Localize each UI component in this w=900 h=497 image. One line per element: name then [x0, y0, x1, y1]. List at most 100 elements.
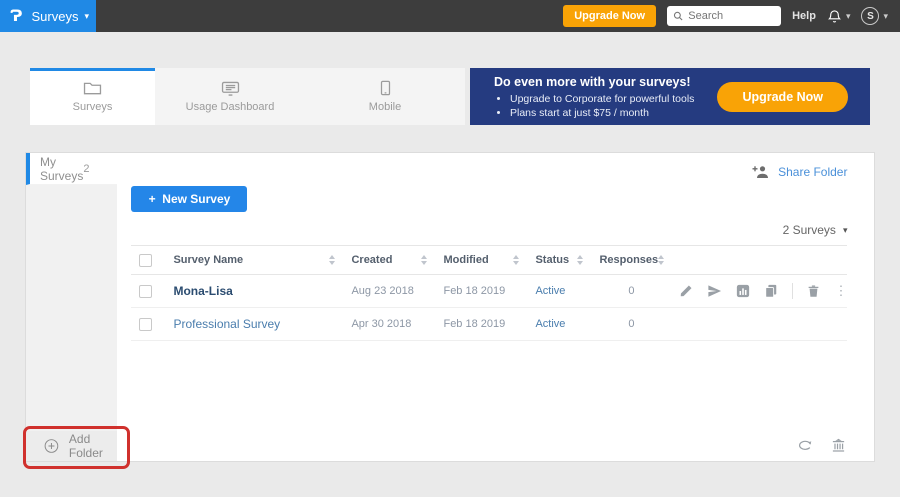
sidebar-item-my-surveys[interactable]: My Surveys 2 — [26, 153, 117, 185]
table-row: Professional Survey Apr 30 2018 Feb 18 2… — [131, 308, 847, 341]
surveys-main: Share Folder + New Survey 2 Surveys ▾ Su… — [117, 153, 877, 461]
column-label: Modified — [443, 254, 488, 266]
column-header-responses[interactable]: Responses — [599, 254, 679, 266]
search-box[interactable] — [667, 6, 781, 26]
add-folder-button[interactable]: Add Folder — [26, 431, 117, 461]
trash-icon — [807, 284, 820, 298]
notifications-button[interactable]: ▾ — [827, 9, 851, 24]
tab-strip: Surveys Usage Dashboard Mobile — [30, 68, 465, 125]
edit-button[interactable] — [679, 284, 693, 298]
new-survey-row: + New Survey — [131, 186, 847, 212]
column-header-created[interactable]: Created — [351, 254, 443, 266]
row-checkbox[interactable] — [139, 318, 152, 331]
restore-button[interactable] — [797, 439, 813, 452]
status-badge[interactable]: Active — [535, 285, 599, 297]
folder-footer-actions — [797, 438, 846, 453]
share-folder-button[interactable]: Share Folder — [131, 165, 847, 179]
row-actions: ⋮ — [679, 283, 847, 299]
select-all-cell — [131, 254, 173, 267]
tab-label: Usage Dashboard — [186, 101, 275, 113]
divider — [792, 283, 793, 299]
table-header-row: Survey Name Created Modified Status Resp… — [131, 245, 847, 275]
upgrade-promo-banner: Do even more with your surveys! Upgrade … — [470, 68, 870, 125]
tab-mobile[interactable]: Mobile — [305, 68, 465, 125]
header-actions: Upgrade Now Help ▾ S ▾ — [563, 5, 900, 27]
chevron-down-icon: ▾ — [84, 12, 89, 21]
app-header: Ɂ Surveys ▾ Upgrade Now Help ▾ S ▾ — [0, 0, 900, 32]
search-icon — [673, 10, 683, 22]
sort-icon — [513, 255, 519, 265]
chevron-down-icon: ▾ — [846, 12, 851, 21]
upgrade-now-banner-button[interactable]: Upgrade Now — [717, 82, 848, 112]
tab-surveys[interactable]: Surveys — [30, 68, 155, 125]
bell-icon — [827, 9, 842, 24]
promo-text: Do even more with your surveys! Upgrade … — [494, 75, 694, 119]
new-survey-button[interactable]: + New Survey — [131, 186, 247, 212]
history-loop-icon — [797, 439, 813, 452]
folder-count-badge: 2 — [83, 163, 89, 175]
responses-cell: 0 — [599, 318, 679, 330]
trash-bin-icon — [831, 438, 846, 453]
modified-cell: Feb 18 2019 — [443, 318, 535, 330]
row-checkbox[interactable] — [139, 285, 152, 298]
created-cell: Apr 30 2018 — [351, 318, 443, 330]
sort-icon — [658, 255, 664, 265]
dashboard-icon — [221, 81, 240, 96]
product-menu-label: Surveys ▾ — [32, 9, 90, 24]
promo-title: Do even more with your surveys! — [494, 75, 694, 89]
promo-bullet: Plans start at just $75 / month — [510, 107, 694, 119]
top-row: Surveys Usage Dashboard Mobile Do even m… — [30, 68, 870, 125]
account-menu[interactable]: S ▾ — [861, 7, 888, 25]
send-button[interactable] — [707, 284, 722, 298]
folder-label: My Surveys — [40, 155, 83, 183]
avatar: S — [861, 7, 879, 25]
product-menu[interactable]: Ɂ Surveys ▾ — [0, 0, 96, 32]
trash-bin-button[interactable] — [831, 438, 846, 453]
column-header-survey-name[interactable]: Survey Name — [173, 254, 351, 266]
brand-logo-icon: Ɂ — [10, 8, 23, 24]
bar-chart-icon — [736, 284, 750, 298]
surveys-panel: My Surveys 2 Add Folder Share Folder — [25, 152, 875, 462]
new-survey-label: New Survey — [162, 192, 230, 206]
column-header-status[interactable]: Status — [535, 254, 599, 266]
pencil-icon — [679, 284, 693, 298]
column-header-modified[interactable]: Modified — [443, 254, 535, 266]
upgrade-now-button[interactable]: Upgrade Now — [563, 5, 656, 27]
select-all-checkbox[interactable] — [139, 254, 152, 267]
responses-cell: 0 — [599, 285, 679, 297]
modified-cell: Feb 18 2019 — [443, 285, 535, 297]
search-input[interactable] — [688, 10, 775, 22]
more-options-button[interactable]: ⋮ — [834, 283, 847, 299]
folder-icon — [83, 81, 102, 96]
tab-label: Surveys — [73, 101, 113, 113]
add-folder-label: Add Folder — [69, 432, 118, 460]
help-link[interactable]: Help — [792, 10, 816, 22]
sidebar-body — [26, 185, 117, 431]
surveys-count-dropdown[interactable]: 2 Surveys ▾ — [131, 223, 847, 237]
created-cell: Aug 23 2018 — [351, 285, 443, 297]
chevron-down-icon: ▾ — [843, 226, 848, 235]
duplicate-button[interactable] — [764, 284, 778, 298]
status-badge[interactable]: Active — [535, 318, 599, 330]
column-label: Responses — [599, 254, 658, 266]
plus-circle-icon — [44, 437, 59, 455]
folders-sidebar: My Surveys 2 Add Folder — [26, 153, 117, 461]
surveys-table: Survey Name Created Modified Status Resp… — [131, 245, 847, 341]
product-menu-text: Surveys — [32, 9, 79, 24]
promo-bullet: Upgrade to Corporate for powerful tools — [510, 93, 694, 105]
mobile-icon — [380, 80, 391, 96]
add-folder-wrap: Add Folder — [26, 431, 117, 461]
survey-name-link[interactable]: Mona-Lisa — [173, 284, 232, 298]
add-person-icon — [752, 165, 770, 179]
sort-icon — [329, 255, 335, 265]
reports-button[interactable] — [736, 284, 750, 298]
tab-usage-dashboard[interactable]: Usage Dashboard — [155, 68, 305, 125]
row-select-cell — [131, 285, 173, 298]
surveys-count-label: 2 Surveys — [783, 223, 836, 237]
paper-plane-icon — [707, 284, 722, 298]
row-select-cell — [131, 318, 173, 331]
column-label: Status — [535, 254, 569, 266]
sort-icon — [577, 255, 583, 265]
delete-button[interactable] — [807, 284, 820, 298]
survey-name-link[interactable]: Professional Survey — [173, 317, 280, 331]
